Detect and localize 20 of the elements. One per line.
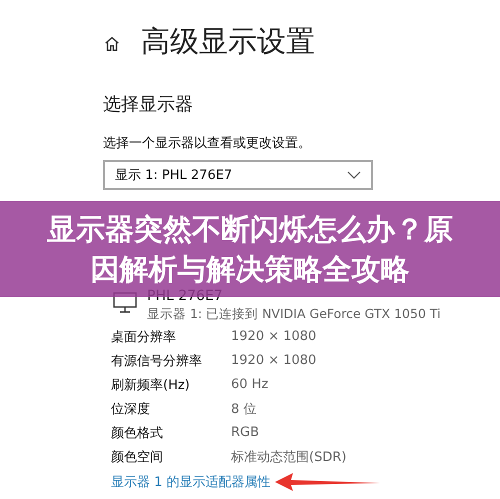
info-value: RGB bbox=[231, 425, 260, 440]
info-label: 刷新频率(Hz) bbox=[111, 376, 191, 394]
section-description: 选择一个显示器以查看或更改设置。 bbox=[103, 135, 312, 152]
display-dropdown[interactable]: 显示 1: PHL 276E7 bbox=[103, 160, 373, 190]
info-value: 8 位 bbox=[231, 400, 256, 418]
monitor-connection: 显示器 1: 已连接到 NVIDIA GeForce GTX 1050 Ti bbox=[147, 306, 441, 323]
info-label: 颜色格式 bbox=[111, 424, 164, 442]
info-label: 有源信号分辨率 bbox=[111, 352, 203, 370]
section-heading: 选择显示器 bbox=[103, 93, 194, 116]
info-value: 60 Hz bbox=[231, 377, 268, 392]
page-title: 高级显示设置 bbox=[141, 23, 315, 60]
info-label: 颜色空间 bbox=[111, 448, 164, 466]
info-value: 1920 × 1080 bbox=[231, 329, 316, 344]
info-label: 位深度 bbox=[111, 400, 151, 418]
info-label: 桌面分辨率 bbox=[111, 328, 177, 346]
adapter-properties-link[interactable]: 显示器 1 的显示适配器属性 bbox=[111, 473, 271, 491]
chevron-down-icon bbox=[347, 171, 361, 179]
info-value: 1920 × 1080 bbox=[231, 353, 316, 368]
info-value: 标准动态范围(SDR) bbox=[231, 448, 346, 466]
home-icon[interactable] bbox=[103, 35, 121, 53]
